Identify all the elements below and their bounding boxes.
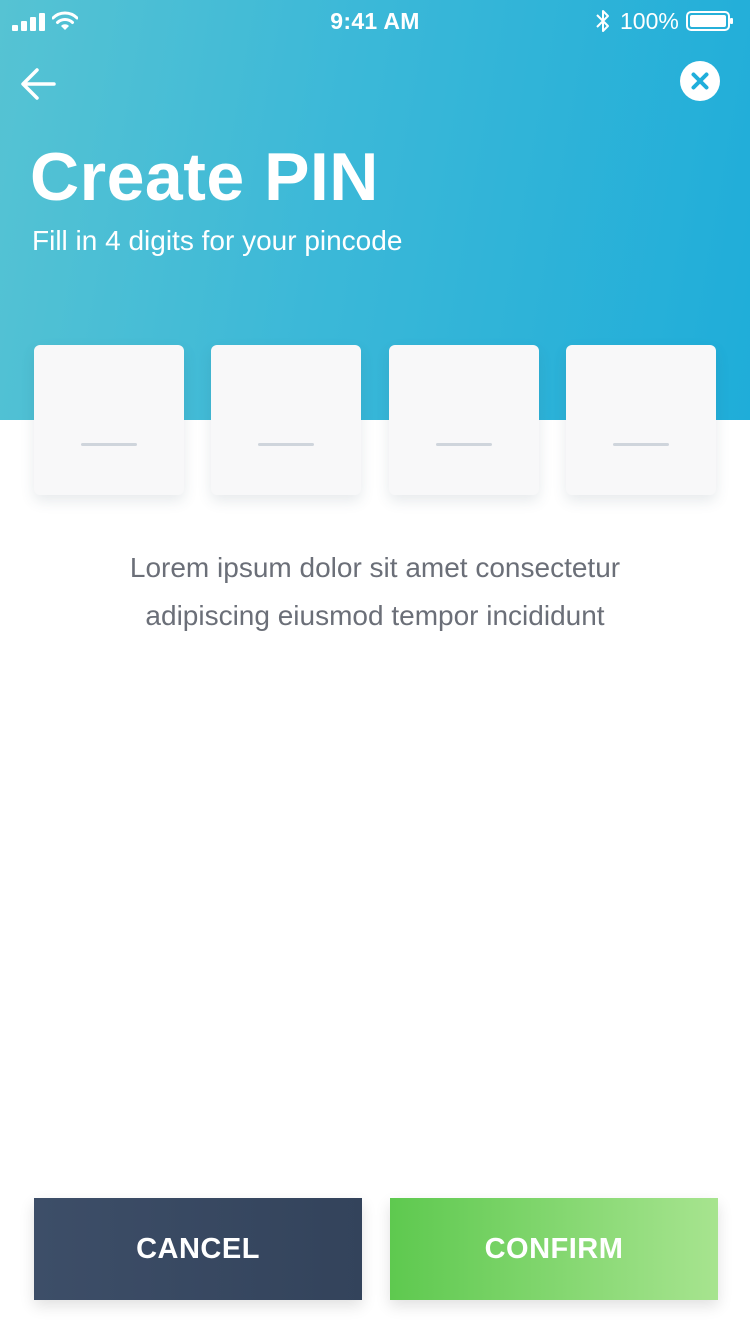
description-line-1: Lorem ipsum dolor sit amet consectetur xyxy=(129,552,621,583)
page-subtitle: Fill in 4 digits for your pincode xyxy=(32,225,403,256)
status-bar: 9:41 AM 100% xyxy=(0,0,750,42)
page-title: Create PIN xyxy=(30,139,379,215)
pin-placeholder-dash xyxy=(81,443,137,446)
pin-placeholder-dash xyxy=(258,443,314,446)
pin-input-group xyxy=(34,345,716,495)
arrow-left-icon xyxy=(21,68,56,100)
close-button[interactable] xyxy=(680,61,720,101)
bluetooth-icon xyxy=(596,10,609,32)
back-button[interactable] xyxy=(18,62,62,106)
battery-icon xyxy=(686,11,733,31)
pin-digit-2[interactable] xyxy=(211,345,361,495)
pin-digit-1[interactable] xyxy=(34,345,184,495)
description-text: Lorem ipsum dolor sit amet consectetur a… xyxy=(0,544,750,640)
battery-percent: 100% xyxy=(620,8,679,34)
pin-placeholder-dash xyxy=(613,443,669,446)
pin-placeholder-dash xyxy=(436,443,492,446)
description-line-2: adipiscing eiusmod tempor incididunt xyxy=(145,600,605,631)
close-icon xyxy=(691,72,709,90)
pin-digit-4[interactable] xyxy=(566,345,716,495)
pin-digit-3[interactable] xyxy=(389,345,539,495)
cancel-button[interactable]: CANCEL xyxy=(34,1198,362,1300)
confirm-button[interactable]: CONFIRM xyxy=(390,1198,718,1300)
